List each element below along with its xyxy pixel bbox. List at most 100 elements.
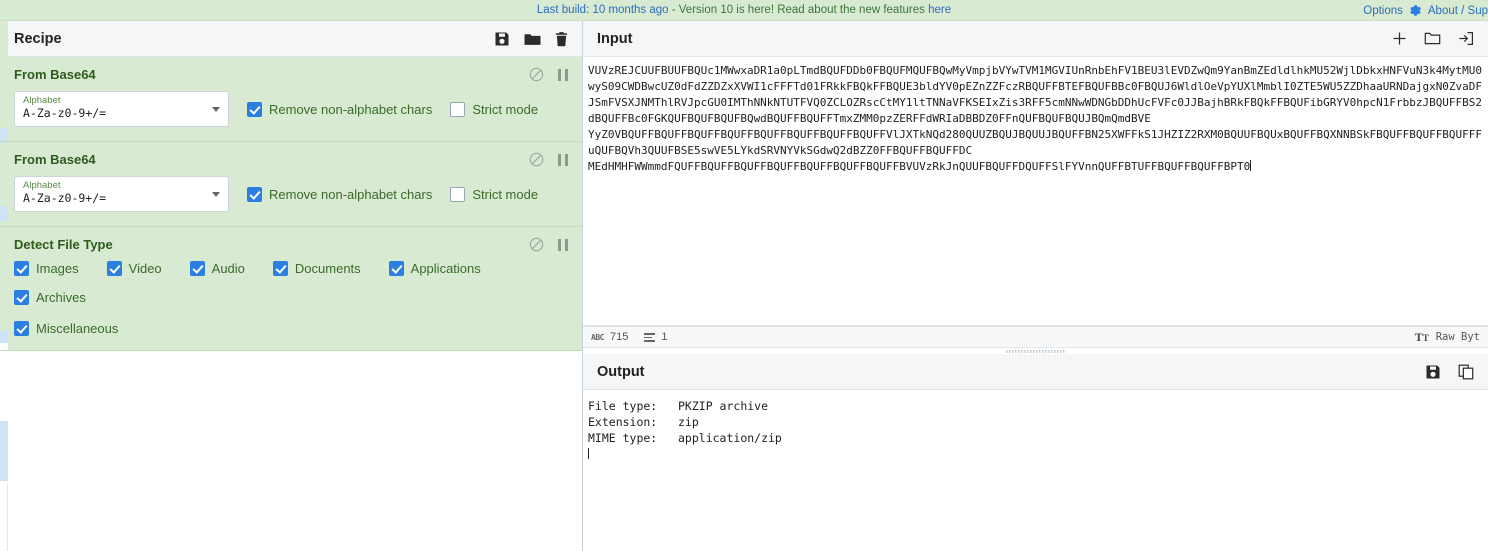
checkbox-label: Remove non-alphabet chars xyxy=(269,186,433,202)
input-header: Input xyxy=(583,21,1488,57)
new-features-link[interactable]: here xyxy=(928,4,951,16)
remove-non-alphabet-chars-checkbox[interactable]: Remove non-alphabet chars xyxy=(247,186,433,202)
operation-header: From Base64 xyxy=(14,67,568,82)
checkbox-box xyxy=(450,101,466,117)
font-size-icon[interactable]: TT xyxy=(1415,330,1429,345)
options-link[interactable]: Options xyxy=(1363,5,1403,17)
gear-icon[interactable] xyxy=(1409,4,1422,17)
trash-icon[interactable] xyxy=(555,31,568,47)
recipe-panel: Recipe From Base64 Alphabet A-Za-z0-9+/=… xyxy=(0,21,583,551)
checkbox-box xyxy=(450,186,466,202)
operation-controls xyxy=(529,67,568,82)
input-text: VUVzREJCUUFBUUFBQUc1MWwxaDR1a0pLTmdBQUFD… xyxy=(588,64,1483,173)
recipe-operation-detect-file-type[interactable]: Detect File Type Images Video Audio Docu… xyxy=(0,227,582,351)
checkbox-box xyxy=(14,261,29,276)
file-type-checkbox-row-2: Miscellaneous xyxy=(14,321,568,336)
video-checkbox[interactable]: Video xyxy=(106,261,162,276)
output-title: Output xyxy=(597,363,645,380)
input-mode-label[interactable]: Raw Byt xyxy=(1436,331,1480,343)
checkbox-label: Documents xyxy=(294,261,361,276)
remove-non-alphabet-chars-checkbox[interactable]: Remove non-alphabet chars xyxy=(247,101,433,117)
open-file-icon[interactable] xyxy=(1458,31,1474,46)
miscellaneous-checkbox[interactable]: Miscellaneous xyxy=(14,321,118,336)
save-icon[interactable] xyxy=(1425,364,1441,380)
recipe-empty-area[interactable] xyxy=(0,351,582,551)
output-cursor xyxy=(588,448,589,459)
recipe-header-icons xyxy=(494,31,568,47)
pause-icon[interactable] xyxy=(558,68,568,81)
status-right: TT Raw Byt xyxy=(1415,330,1480,345)
app-body: Recipe From Base64 Alphabet A-Za-z0-9+/=… xyxy=(0,21,1488,551)
banner-right-links: Options About / Sup xyxy=(1363,0,1488,21)
operation-controls xyxy=(529,152,568,167)
operation-header: Detect File Type xyxy=(14,237,568,252)
input-textarea[interactable]: VUVzREJCUUFBUUFBQUc1MWwxaDR1a0pLTmdBQUFD… xyxy=(583,57,1488,325)
input-header-icons xyxy=(1392,31,1474,46)
open-folder-icon[interactable] xyxy=(1424,31,1441,46)
checkbox-label: Archives xyxy=(36,290,86,305)
pause-icon[interactable] xyxy=(558,153,568,166)
alphabet-label: Alphabet xyxy=(23,180,61,191)
archives-checkbox[interactable]: Archives xyxy=(14,290,86,305)
output-textarea[interactable]: File type: PKZIP archive Extension: zip … xyxy=(583,390,1488,551)
disable-icon[interactable] xyxy=(529,67,544,82)
operation-header: From Base64 xyxy=(14,152,568,167)
text-cursor xyxy=(1250,160,1252,171)
images-checkbox[interactable]: Images xyxy=(14,261,79,276)
save-icon[interactable] xyxy=(494,31,510,47)
folder-icon[interactable] xyxy=(524,31,541,47)
recipe-header: Recipe xyxy=(0,21,582,57)
checkbox-box xyxy=(247,101,262,117)
checkbox-label: Remove non-alphabet chars xyxy=(269,101,433,117)
operation-title: From Base64 xyxy=(14,67,96,82)
top-banner: Last build: 10 months ago - Version 10 i… xyxy=(0,0,1488,21)
audio-checkbox[interactable]: Audio xyxy=(189,261,245,276)
checkbox-box xyxy=(189,261,205,276)
chevron-down-icon[interactable] xyxy=(212,192,220,197)
checkbox-box xyxy=(272,261,288,276)
chevron-down-icon[interactable] xyxy=(212,107,220,112)
checkbox-label: Miscellaneous xyxy=(36,321,119,336)
length-value: 715 xyxy=(609,331,629,343)
output-line-3: MIME type: application/zip xyxy=(588,431,782,445)
alphabet-value: A-Za-z0-9+/= xyxy=(23,191,107,205)
banner-middle-text: - Version 10 is here! Read about the new… xyxy=(668,4,929,16)
lines-icon xyxy=(644,333,656,342)
file-type-checkbox-row-1: Images Video Audio Documents Application… xyxy=(14,261,568,305)
copy-icon[interactable] xyxy=(1458,364,1474,380)
add-tab-icon[interactable] xyxy=(1392,31,1407,46)
strict-mode-checkbox[interactable]: Strict mode xyxy=(450,186,539,202)
disable-icon[interactable] xyxy=(529,152,544,167)
strict-mode-checkbox[interactable]: Strict mode xyxy=(450,101,538,117)
abc-icon: ABC xyxy=(591,332,604,342)
input-title: Input xyxy=(597,30,633,47)
checkbox-label: Images xyxy=(36,261,79,276)
last-build-link[interactable]: Last build: 10 months ago xyxy=(537,4,669,16)
documents-checkbox[interactable]: Documents xyxy=(272,261,361,276)
checkbox-box xyxy=(388,261,404,276)
checkbox-box xyxy=(106,261,122,276)
recipe-operation-from-base64-2[interactable]: From Base64 Alphabet A-Za-z0-9+/= Remove… xyxy=(0,142,582,227)
io-panel: Input VUVzREJCUUFBUUFBQUc1MWwxaDR1a0pLTm… xyxy=(583,21,1488,551)
checkbox-label: Applications xyxy=(410,261,481,276)
checkbox-box xyxy=(14,321,29,336)
recipe-operation-from-base64-1[interactable]: From Base64 Alphabet A-Za-z0-9+/= Remove… xyxy=(0,57,582,142)
pause-icon[interactable] xyxy=(558,238,568,251)
recipe-operation-list: From Base64 Alphabet A-Za-z0-9+/= Remove… xyxy=(0,57,582,351)
lines-indicator: 1 xyxy=(644,331,667,343)
checkbox-label: Strict mode xyxy=(472,186,539,202)
disable-icon[interactable] xyxy=(529,237,544,252)
length-indicator: ABC 715 xyxy=(591,331,628,343)
about-support-link[interactable]: About / Sup xyxy=(1428,5,1488,17)
alphabet-select[interactable]: Alphabet A-Za-z0-9+/= xyxy=(14,176,229,212)
banner-text: Last build: 10 months ago - Version 10 i… xyxy=(537,4,951,16)
checkbox-box xyxy=(247,186,262,202)
alphabet-select[interactable]: Alphabet A-Za-z0-9+/= xyxy=(14,91,229,127)
output-line-2: Extension: zip xyxy=(588,415,699,429)
operation-title: From Base64 xyxy=(14,152,96,167)
checkbox-label: Audio xyxy=(211,261,245,276)
operation-arguments: Alphabet A-Za-z0-9+/= Remove non-alphabe… xyxy=(14,176,568,212)
operation-arguments: Alphabet A-Za-z0-9+/= Remove non-alphabe… xyxy=(14,91,568,127)
applications-checkbox[interactable]: Applications xyxy=(388,261,481,276)
alphabet-label: Alphabet xyxy=(23,95,61,106)
